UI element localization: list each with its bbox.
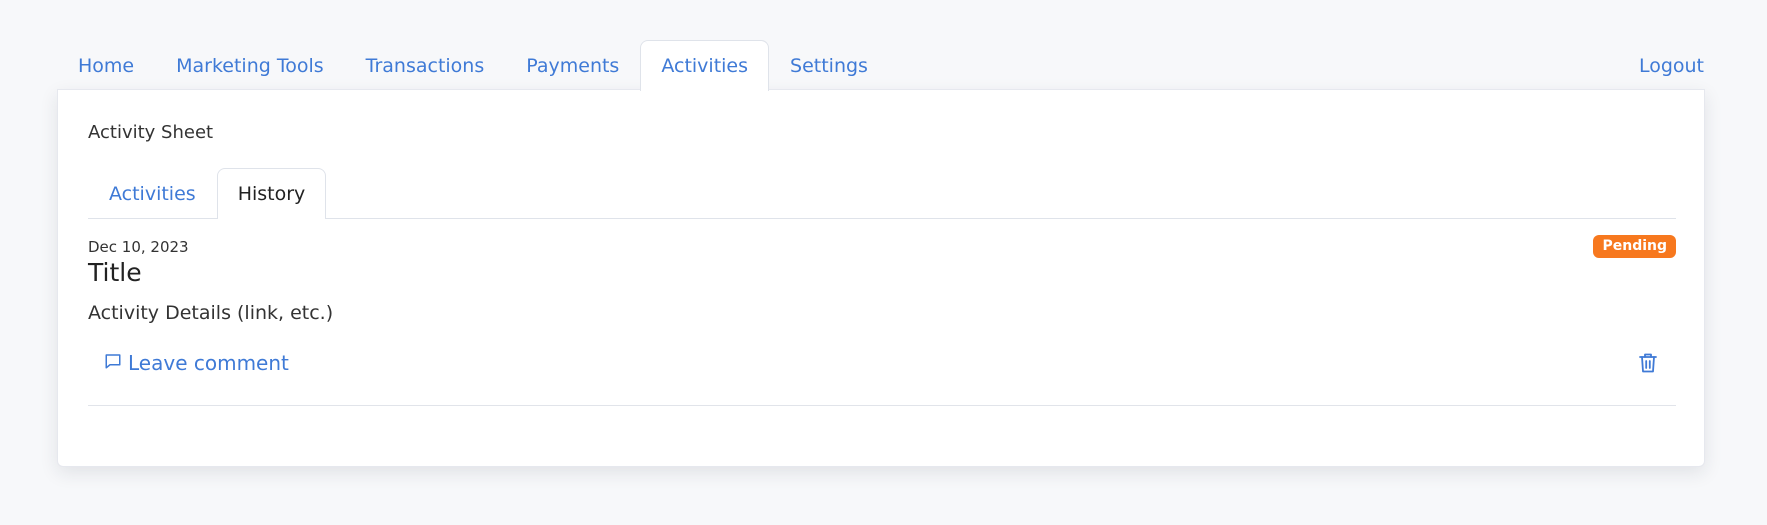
tab-label: History [237, 183, 306, 205]
activity-title: Title [88, 258, 142, 287]
activity-sheet-card: Activity Sheet Activities History Dec 10… [57, 89, 1705, 467]
logout-link[interactable]: Logout [1618, 40, 1705, 90]
nav-tab-payments[interactable]: Payments [505, 40, 640, 90]
sheet-tabs: Activities History [88, 168, 1676, 219]
nav-tab-label: Payments [526, 54, 620, 77]
trash-icon [1639, 353, 1657, 377]
status-badge: Pending [1593, 235, 1676, 258]
nav-tab-label: Settings [790, 54, 868, 77]
sheet-title: Activity Sheet [88, 122, 214, 143]
nav-tab-transactions[interactable]: Transactions [345, 40, 506, 90]
main-nav: Home Marketing Tools Transactions Paymen… [57, 40, 1705, 91]
activity-date: Dec 10, 2023 [88, 238, 189, 256]
delete-button[interactable] [1636, 353, 1660, 377]
logout-label: Logout [1638, 54, 1704, 77]
leave-comment-label: Leave comment [128, 351, 289, 375]
comment-icon [104, 351, 128, 375]
nav-tab-home[interactable]: Home [57, 40, 155, 90]
nav-tab-activities[interactable]: Activities [640, 40, 770, 91]
tab-label: Activities [109, 182, 196, 205]
tab-history[interactable]: History [216, 168, 327, 219]
nav-tab-label: Transactions [365, 54, 485, 77]
nav-tab-label: Home [78, 54, 135, 77]
nav-tab-marketing-tools[interactable]: Marketing Tools [155, 40, 345, 90]
activity-item: Dec 10, 2023 Title Activity Details (lin… [88, 235, 1676, 406]
activity-details: Activity Details (link, etc.) [88, 302, 334, 324]
nav-tab-label: Marketing Tools [176, 54, 324, 77]
nav-tab-settings[interactable]: Settings [769, 40, 889, 90]
tab-activities[interactable]: Activities [88, 168, 217, 218]
nav-tab-label: Activities [661, 55, 749, 77]
leave-comment-button[interactable]: Leave comment [104, 351, 289, 375]
